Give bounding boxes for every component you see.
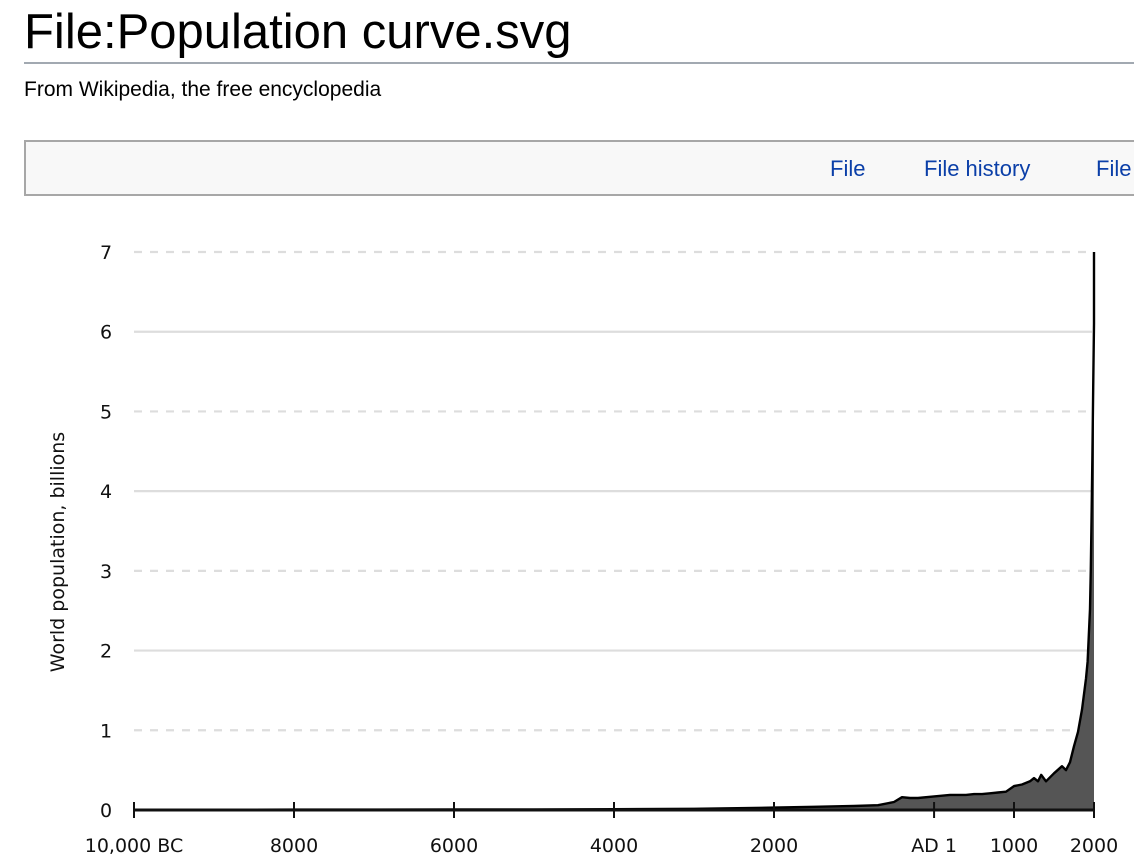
gridlines xyxy=(134,250,1092,732)
population-chart: 01234567 10,000 BC 8000 6000 4000 2000 AD 1 10… xyxy=(47,242,1118,857)
x-tick-label: 1000 xyxy=(990,835,1038,857)
population-line xyxy=(133,252,1096,812)
y-tick-label: 2 xyxy=(100,641,112,663)
x-tick-label: 10,000 BC xyxy=(85,835,184,857)
y-tick-label: 4 xyxy=(100,481,112,503)
y-tick-labels: 0 1 2 3 4 5 6 7 xyxy=(100,242,112,822)
y-axis-label: World population, billions xyxy=(47,432,69,672)
x-tick-label: 2000 xyxy=(1070,835,1118,857)
y-tick-label: 7 xyxy=(100,242,112,264)
x-tick-label: 4000 xyxy=(590,835,638,857)
y-tick-label: 6 xyxy=(100,322,112,344)
x-tick-label: AD 1 xyxy=(911,835,957,857)
y-tick-label: 0 xyxy=(100,800,112,822)
x-tick-labels: 10,000 BC 8000 6000 4000 2000 AD 1 1000 2000 xyxy=(85,835,1118,857)
x-tick-label: 6000 xyxy=(430,835,478,857)
x-tick-label: 2000 xyxy=(750,835,798,857)
y-tick-label: 5 xyxy=(100,401,112,423)
x-tick-label: 8000 xyxy=(270,835,318,857)
y-tick-label: 3 xyxy=(100,561,112,583)
population-area xyxy=(134,252,1094,810)
y-tick-label: 1 xyxy=(100,720,112,742)
